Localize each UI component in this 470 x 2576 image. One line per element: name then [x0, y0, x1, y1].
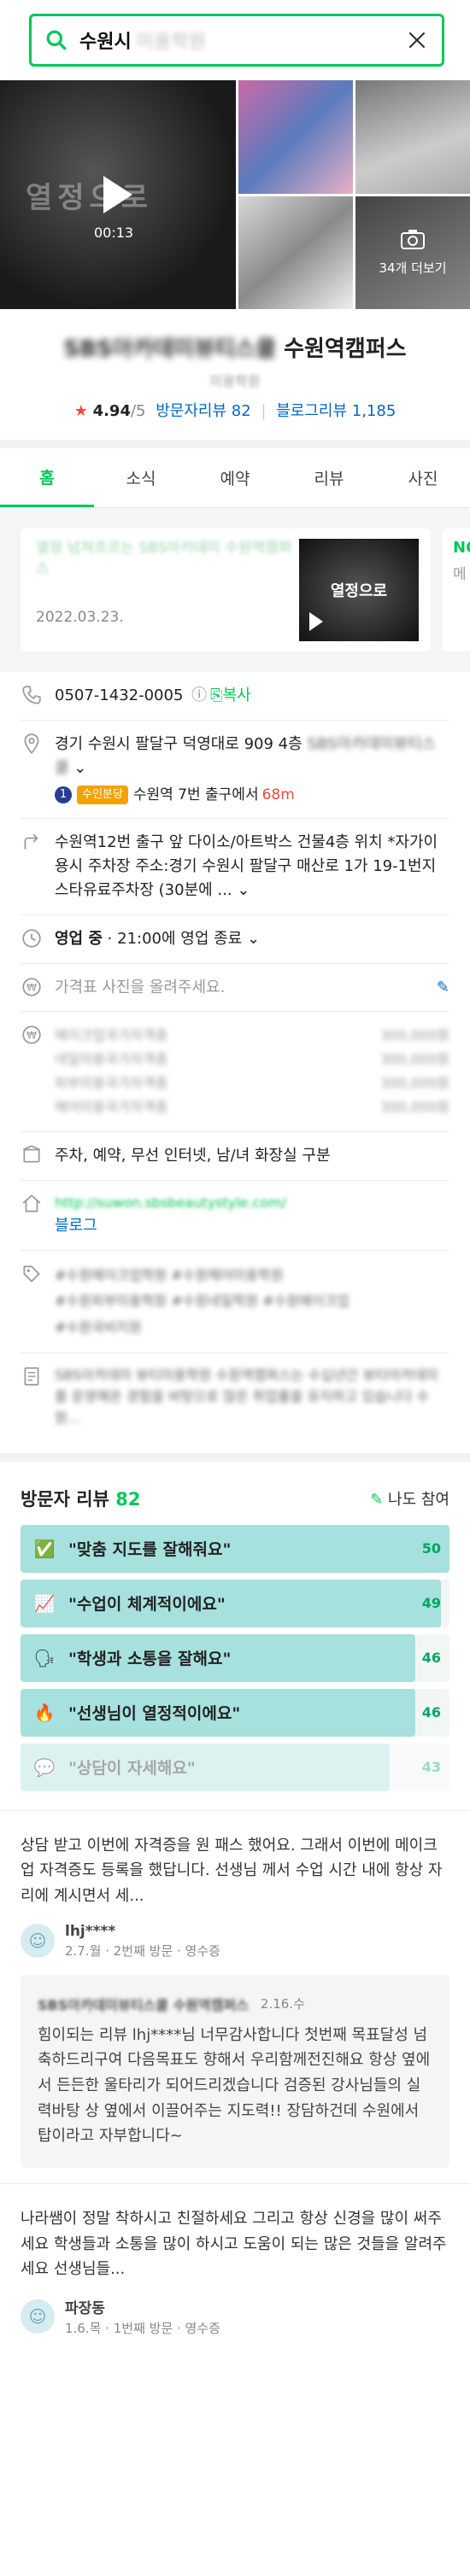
address-row: 경기 수원시 팔달구 덕영대로 909 4층 SBS아카데미뷰티스쿨 ⌄ 1 수인… — [21, 721, 449, 818]
keyword-emoji-icon: 💬 — [33, 1756, 56, 1778]
place-stats: ★ 4.94/5 방문자리뷰 82 | 블로그리뷰 1,185 — [73, 402, 397, 420]
keyword-bar[interactable]: ✅ "맞춤 지도를 잘해줘요" 50 — [21, 1524, 449, 1573]
tag-icon — [23, 1265, 40, 1282]
keyword-label: "학생과 소통을 잘해요" — [68, 1650, 232, 1669]
news-date: 2022.03.23. — [36, 608, 124, 626]
keyword-count: 46 — [421, 1650, 441, 1667]
place-title: SBS아카데미뷰티스쿨 수원역캠퍼스 — [63, 336, 407, 362]
keyword-label: "수업이 체계적이에요" — [68, 1595, 226, 1615]
tab-reviews[interactable]: 리뷰 — [282, 448, 376, 507]
star-icon: ★ — [73, 402, 88, 420]
play-icon — [309, 612, 323, 631]
home-icon — [22, 1195, 41, 1212]
edit-icon[interactable]: ✎ — [437, 976, 449, 1000]
review-item: 나라쌤이 정말 착하시고 친절하세요 그리고 항상 신경을 많이 써주세요 학생… — [21, 2210, 447, 2337]
blog-link[interactable]: 블로그 — [55, 1214, 449, 1238]
avatar[interactable]: ☺ — [21, 2299, 55, 2334]
address-text: 경기 수원시 팔달구 덕영대로 909 4층 — [55, 734, 303, 753]
search-bar[interactable]: 수원시 미용학원 — [29, 14, 444, 67]
phone-number[interactable]: 0507-1432-0005 — [55, 686, 183, 704]
price-item: 피부미용국가자격증 300,000원 — [55, 1075, 449, 1092]
price-note-row: ₩ 가격표 사진을 올려주세요. ✎ — [21, 964, 449, 1012]
news-thumbnail: 열정으로 — [299, 539, 419, 641]
chevron-down-icon[interactable]: ⌄ — [73, 759, 86, 777]
keyword-emoji-icon: 🔥 — [33, 1702, 56, 1723]
keyword-bar[interactable]: 💬 "상담이 자세해요" 43 — [21, 1743, 449, 1791]
document-icon — [24, 1367, 39, 1386]
chevron-down-icon[interactable]: ⌄ — [247, 930, 260, 948]
place-category: 미용학원 — [209, 373, 261, 389]
gallery-photo[interactable] — [355, 80, 470, 194]
keyword-label: "상담이 자세해요" — [68, 1759, 196, 1779]
keyword-count: 49 — [421, 1595, 441, 1612]
description-row[interactable]: SBS아카데미 뷰티미용학원 수원역캠퍼스는 수십년간 뷰티아카데미를 운영해온… — [21, 1353, 449, 1440]
svg-text:₩: ₩ — [26, 981, 37, 993]
pencil-icon: ✎ — [370, 1490, 384, 1509]
close-icon[interactable] — [406, 29, 428, 51]
keyword-emoji-icon: ✅ — [33, 1538, 56, 1559]
copy-button[interactable]: ⎘복사 — [210, 686, 251, 704]
tab-photos[interactable]: 사진 — [376, 448, 470, 507]
amenities-icon — [22, 1145, 41, 1163]
phone-row: 0507-1432-0005 ⓘ ⎘복사 — [21, 672, 449, 720]
tab-bar: 홈 소식 예약 리뷰 사진 — [0, 448, 470, 508]
clock-icon — [22, 929, 41, 948]
hours-row[interactable]: 영업 중 · 21:00에 영업 종료 ⌄ — [21, 915, 449, 963]
location-pin-icon — [24, 733, 39, 755]
visitor-reviews-link[interactable]: 방문자리뷰 82 — [156, 402, 250, 420]
gallery-photo[interactable] — [238, 80, 353, 194]
play-icon[interactable] — [103, 176, 132, 213]
video-caption: 열정으로 — [26, 181, 154, 215]
tags-row: #수원메이크업학원 #수원헤어미용학원 #수원피부미용학원 #수원네일학원 #수… — [21, 1251, 449, 1352]
keyword-count: 43 — [421, 1759, 441, 1776]
keyword-bar[interactable]: 📈 "수업이 체계적이에요" 49 — [21, 1579, 449, 1627]
video-duration: 00:13 — [94, 225, 134, 241]
chevron-down-icon[interactable]: ⌄ — [237, 881, 250, 899]
directions-row[interactable]: 수원역12번 출구 앞 다이소/아트박스 건물4층 위치 *자가이용시 주차장 … — [21, 819, 449, 914]
homepage-row: http://suwon.sbsbeautystyle.com/ 블로그 — [21, 1181, 449, 1250]
reviews-title: 방문자 리뷰 82 — [21, 1488, 141, 1510]
owner-reply: SBS아카데미뷰티스쿨 수원역캠퍼스 2.16.수 힘이되는 리뷰 lhj****… — [21, 1974, 449, 2169]
amenities-row: 주차, 예약, 무선 인터넷, 남/녀 화장실 구분 — [21, 1132, 449, 1180]
tab-booking[interactable]: 예약 — [188, 448, 282, 507]
search-input[interactable]: 수원시 미용학원 — [79, 26, 406, 54]
keyword-count: 46 — [421, 1704, 441, 1721]
tab-news[interactable]: 소식 — [94, 448, 188, 507]
directions-icon — [24, 833, 38, 850]
keyword-bar[interactable]: 🗣 "학생과 소통을 잘해요" 46 — [21, 1633, 449, 1682]
price-item: 네일미용국가자격증 300,000원 — [55, 1051, 449, 1068]
news-title: 열정 넘쳐흐르는 SBS아카데미 수원역캠퍼스 — [36, 540, 292, 577]
price-item: 메이크업국가자격증 300,000원 — [55, 1027, 449, 1044]
price-list-row: ₩ 메이크업국가자격증 300,000원네일미용국가자격증 300,000원피부미용… — [21, 1012, 449, 1131]
keyword-label: "맞춤 지도를 잘해줘요" — [68, 1540, 232, 1560]
news-card[interactable]: 열정 넘쳐흐르는 SBS아카데미 수원역캠퍼스 2022.03.23. 열정으로 — [21, 529, 431, 651]
camera-icon — [401, 230, 425, 250]
tab-home[interactable]: 홈 — [0, 448, 94, 507]
homepage-link[interactable]: http://suwon.sbsbeautystyle.com/ — [55, 1193, 449, 1214]
gallery-photo[interactable] — [238, 196, 353, 309]
more-photos-button[interactable]: 34개 더보기 — [355, 196, 470, 309]
news-card[interactable]: NO 메 — [443, 529, 470, 651]
price-item: 헤어미용국가자격증 300,000원 — [55, 1099, 449, 1116]
avatar[interactable]: ☺ — [21, 1924, 55, 1959]
review-item: 상담 받고 이번에 자격증을 원 패스 했어요. 그래서 이번에 메이크업 자격… — [0, 1811, 470, 2184]
info-icon: ⓘ — [191, 686, 208, 704]
news-carousel: 열정 넘쳐흐르는 SBS아카데미 수원역캠퍼스 2022.03.23. 열정으로… — [0, 508, 470, 672]
keyword-emoji-icon: 🗣 — [33, 1647, 56, 1668]
video-thumbnail[interactable]: 열정으로 00:13 — [0, 80, 236, 309]
search-icon — [46, 30, 67, 50]
svg-text:₩: ₩ — [26, 1030, 37, 1042]
blog-reviews-link[interactable]: 블로그리뷰 1,185 — [276, 402, 396, 420]
write-review-button[interactable]: ✎ 나도 참여 — [370, 1487, 449, 1510]
photo-gallery: 열정으로 00:13 34개 더보기 — [0, 80, 470, 309]
phone-icon — [22, 686, 41, 704]
keyword-count: 50 — [421, 1540, 441, 1557]
subway-info: 1 수인분당 수원역 7번 출구에서 68m — [55, 784, 449, 806]
keyword-bar[interactable]: 🔥 "선생님이 열정적이에요" 46 — [21, 1688, 449, 1737]
won-icon: ₩ — [22, 1025, 41, 1045]
keyword-emoji-icon: 📈 — [33, 1592, 56, 1614]
won-icon: ₩ — [22, 977, 41, 996]
keyword-label: "선생님이 열정적이에요" — [68, 1704, 241, 1724]
